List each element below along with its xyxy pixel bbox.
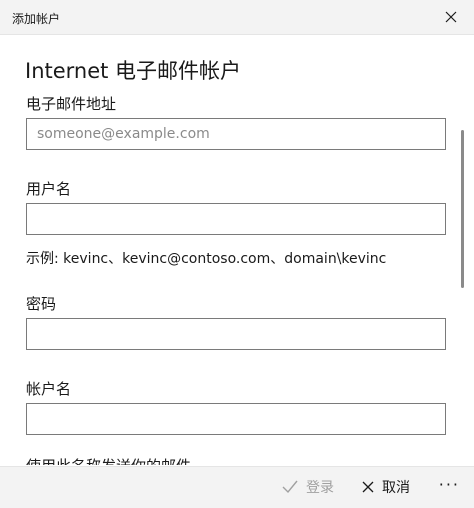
signin-button[interactable]: 登录 bbox=[282, 477, 334, 497]
more-button[interactable]: ··· bbox=[439, 475, 460, 494]
password-label: 密码 bbox=[26, 295, 57, 313]
email-field[interactable] bbox=[26, 118, 446, 150]
scrollbar-thumb[interactable] bbox=[461, 130, 464, 288]
more-icon: ··· bbox=[438, 475, 460, 494]
window-title: 添加帐户 bbox=[12, 12, 61, 26]
username-label: 用户名 bbox=[26, 180, 72, 198]
username-field[interactable] bbox=[26, 203, 446, 235]
cancel-close-icon bbox=[362, 481, 374, 493]
close-icon bbox=[445, 11, 457, 23]
send-name-label: 使用此名称发送你的邮件 bbox=[26, 455, 191, 465]
form-content: Internet 电子邮件帐户 电子邮件地址 用户名 示例: kevinc、ke… bbox=[0, 35, 466, 465]
checkmark-icon bbox=[282, 480, 298, 494]
title-bar: 添加帐户 bbox=[0, 0, 474, 35]
username-example-text: 示例: kevinc、kevinc@contoso.com、domain\kev… bbox=[26, 251, 387, 267]
cancel-button[interactable]: 取消 bbox=[362, 477, 410, 497]
password-field[interactable] bbox=[26, 318, 446, 350]
account-name-label: 帐户名 bbox=[26, 380, 72, 398]
page-title: Internet 电子邮件帐户 bbox=[25, 59, 242, 83]
cancel-label: 取消 bbox=[382, 480, 410, 496]
close-button[interactable] bbox=[440, 6, 462, 28]
signin-label: 登录 bbox=[306, 480, 334, 496]
email-label: 电子邮件地址 bbox=[26, 95, 117, 113]
account-name-field[interactable] bbox=[26, 403, 446, 435]
footer-command-bar: 登录 取消 ··· bbox=[0, 466, 474, 508]
